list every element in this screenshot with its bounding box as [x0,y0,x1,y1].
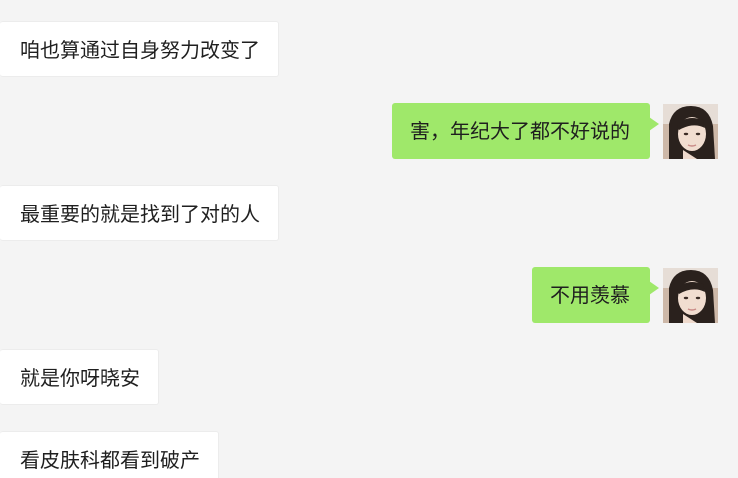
message-bubble-outgoing[interactable]: 害，年纪大了都不好说的 [392,103,659,159]
message-bubble-incoming[interactable]: 最重要的就是找到了对的人 [0,185,279,241]
message-text: 不用羡慕 [550,283,630,307]
message-bubble-incoming[interactable]: 就是你呀晓安 [0,349,159,405]
chat-message-list[interactable]: 咱也算通过自身努力改变了 害，年纪大了都不好说的 最重要的就是找到了对的人 不用… [0,0,738,478]
message-bubble-incoming[interactable]: 咱也算通过自身努力改变了 [0,21,279,77]
message-text: 害，年纪大了都不好说的 [410,119,630,143]
user-photo-avatar-icon [663,104,718,159]
user-photo-avatar-icon [663,268,718,323]
message-text: 最重要的就是找到了对的人 [20,202,260,226]
message-text: 看皮肤科都看到破产 [20,448,200,472]
message-bubble-outgoing[interactable]: 不用羡慕 [532,267,659,323]
message-text: 咱也算通过自身努力改变了 [20,38,260,62]
user-avatar[interactable] [663,268,718,323]
message-text: 就是你呀晓安 [20,366,140,390]
message-bubble-incoming[interactable]: 看皮肤科都看到破产 [0,431,219,478]
user-avatar[interactable] [663,104,718,159]
